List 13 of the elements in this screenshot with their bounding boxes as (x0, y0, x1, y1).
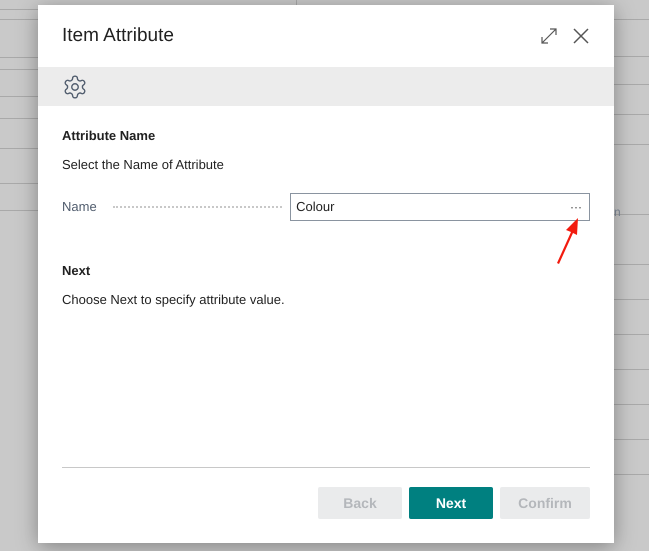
background-label: n (614, 204, 621, 221)
settings-icon[interactable] (62, 74, 88, 100)
section-description: Choose Next to specify attribute value. (62, 290, 286, 309)
close-icon[interactable] (572, 27, 590, 45)
section-heading: Next (62, 262, 92, 280)
section-heading: Attribute Name (62, 127, 156, 145)
field-label: Name (62, 198, 98, 216)
name-field[interactable]: Colour ··· (290, 193, 590, 221)
dialog-title: Item Attribute (62, 24, 174, 48)
section-description: Select the Name of Attribute (62, 156, 225, 174)
assist-edit-button[interactable]: ··· (570, 198, 584, 216)
expand-icon[interactable] (540, 27, 558, 45)
primary-button[interactable]: Next (409, 487, 493, 519)
